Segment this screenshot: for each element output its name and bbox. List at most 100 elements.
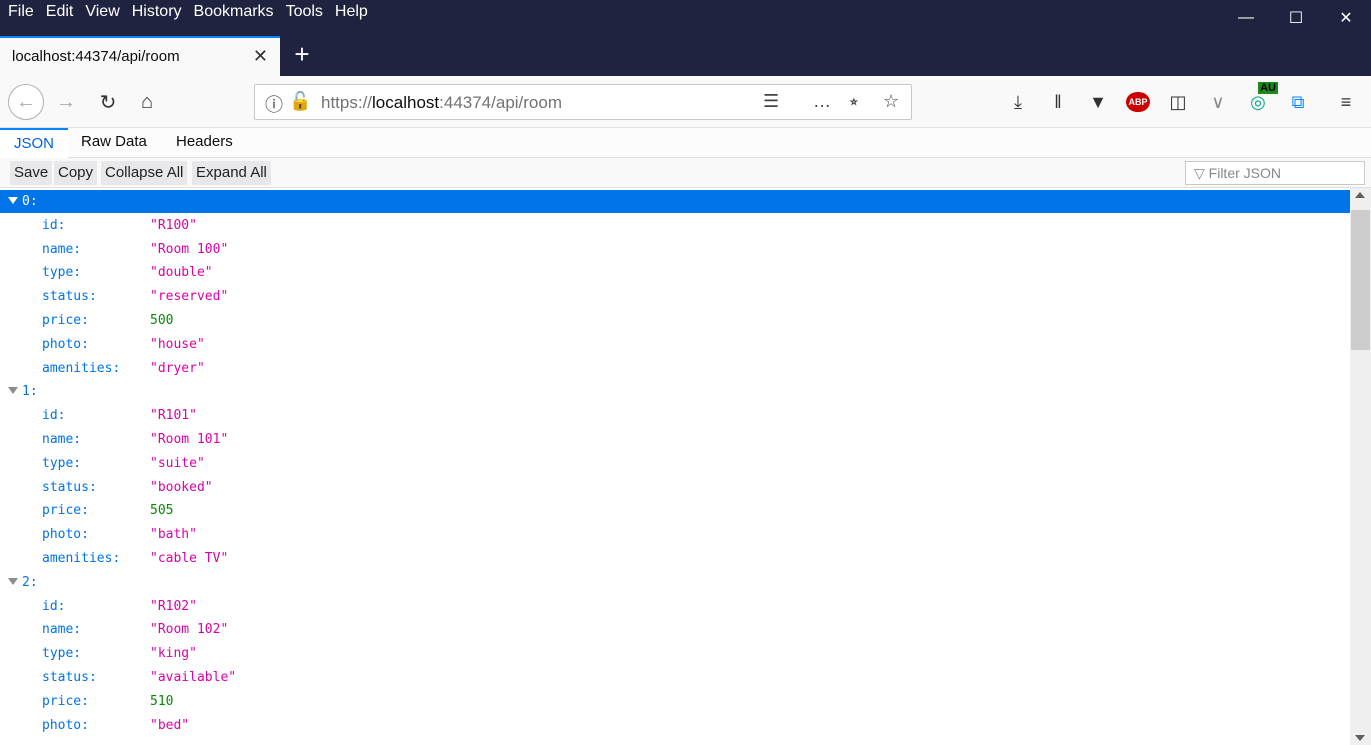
pocket-icon[interactable]: ⭒ [849,91,859,112]
forward-arrow-icon[interactable]: → [50,86,82,118]
adblock-icon[interactable]: ABP [1124,88,1152,116]
json-field-row[interactable]: id: "R102" [0,595,1350,618]
collapse-all-button[interactable]: Collapse All [101,161,188,185]
json-value: 505 [150,503,174,519]
json-field-row[interactable]: price: 510 [0,690,1350,713]
insecure-lock-icon[interactable]: 🔓 [289,91,311,112]
json-value: "double" [150,265,213,281]
hamburger-menu-icon[interactable]: ≡ [1332,88,1360,116]
menu-history[interactable]: History [132,3,182,21]
tab-bar: localhost:44374/api/room ✕ + [0,36,1371,76]
reader-view-icon[interactable]: ☰ [763,91,779,112]
menu-help[interactable]: Help [335,3,368,21]
minimize-icon[interactable]: — [1221,0,1271,36]
json-object-row[interactable]: 1: [0,380,1350,403]
json-object-row[interactable]: 2: [0,571,1350,594]
json-field-row[interactable]: status: "reserved" [0,285,1350,308]
json-field-row[interactable]: type: "suite" [0,452,1350,475]
json-value: "king" [150,646,197,662]
home-icon[interactable]: ⌂ [131,86,163,118]
menu-view[interactable]: View [85,3,119,21]
json-value: "Room 100" [150,241,229,257]
menu-tools[interactable]: Tools [286,3,323,21]
json-field-row[interactable]: type: "king" [0,642,1350,665]
au-badge: AU [1258,82,1278,94]
translate-icon[interactable]: ⧉ [1284,88,1312,116]
close-tab-icon[interactable]: ✕ [253,46,268,67]
json-key: status: [42,289,97,305]
json-value: "Room 102" [150,622,229,638]
json-value: "bath" [150,527,197,543]
json-value: "cable TV" [150,551,229,566]
window-controls: — ☐ ✕ [1221,0,1371,36]
json-key: type: [42,265,82,281]
json-field-row[interactable]: price: 500 [0,309,1350,332]
copy-button[interactable]: Copy [54,161,98,185]
json-field-row[interactable]: name: "Room 101" [0,428,1350,451]
bookmark-star-icon[interactable]: ☆ [883,91,899,112]
extension-au-icon[interactable]: ◎ AU [1244,82,1278,116]
title-bar: File Edit View History Bookmarks Tools H… [0,0,1371,36]
scroll-up-icon[interactable] [1355,192,1365,198]
json-value: "bed" [150,717,190,733]
json-value: 510 [150,693,174,709]
tab-raw-data[interactable]: Raw Data [67,128,161,158]
json-field-row[interactable]: photo: "bed" [0,714,1350,737]
json-field-row[interactable]: amenities: "dryer" [0,357,1350,380]
navigation-bar: ← → ↻ ⌂ ⓘ 🔓 https://localhost:44374/api/… [0,76,1371,128]
expand-twisty-icon[interactable] [8,197,18,204]
page-actions-icon[interactable]: … [813,91,831,112]
vertical-scrollbar[interactable] [1350,188,1371,745]
json-field-row[interactable]: status: "booked" [0,476,1350,499]
json-field-row[interactable]: id: "R101" [0,404,1350,427]
save-button[interactable]: Save [10,161,53,185]
close-window-icon[interactable]: ✕ [1321,0,1371,36]
json-field-row[interactable]: photo: "bath" [0,523,1350,546]
tab-json[interactable]: JSON [0,128,69,158]
json-key: id: [42,217,66,233]
expand-twisty-icon[interactable] [8,387,18,395]
browser-tab[interactable]: localhost:44374/api/room ✕ [0,36,280,76]
json-field-row[interactable]: name: "Room 102" [0,618,1350,641]
filter-json-input[interactable]: ▽ Filter JSON [1185,161,1365,185]
reload-icon[interactable]: ↻ [92,86,124,118]
json-object-row[interactable]: 0: [0,190,1350,213]
json-field-row[interactable]: price: 505 [0,499,1350,522]
extension-cat-icon[interactable]: ▼ [1084,88,1112,116]
vivaldi-extension-icon[interactable]: ∨ [1204,88,1232,116]
json-field-row[interactable]: photo: "house" [0,333,1350,356]
expand-all-button[interactable]: Expand All [192,161,271,185]
new-tab-icon[interactable]: + [290,40,314,70]
json-key: price: [42,313,89,328]
json-viewer-tabs: JSON Raw Data Headers [0,128,1371,158]
json-value: "available" [150,670,237,685]
json-value: "R102" [150,598,197,614]
maximize-icon[interactable]: ☐ [1271,0,1321,36]
json-value: "reserved" [150,289,229,305]
library-icon[interactable]: ‖ [1044,88,1072,116]
json-value: "house" [150,336,205,352]
scroll-down-icon[interactable] [1355,735,1365,741]
sidebar-icon[interactable]: ◫ [1164,88,1192,116]
json-field-row[interactable]: type: "double" [0,261,1350,284]
json-field-row[interactable]: name: "Room 100" [0,238,1350,261]
tab-headers[interactable]: Headers [162,128,247,158]
scroll-thumb[interactable] [1351,210,1370,350]
menu-edit[interactable]: Edit [46,3,74,21]
url-text[interactable]: https://localhost:44374/api/room [321,93,562,113]
menu-bookmarks[interactable]: Bookmarks [194,3,274,21]
info-icon[interactable]: ⓘ [265,91,283,117]
tab-title: localhost:44374/api/room [12,48,180,65]
json-field-row[interactable]: amenities: "cable TV" [0,547,1350,570]
download-icon[interactable]: ⤓ [1004,88,1032,116]
json-field-row[interactable]: status: "available" [0,666,1350,689]
url-bar[interactable]: ⓘ 🔓 https://localhost:44374/api/room ☰ …… [254,84,912,120]
json-field-row[interactable]: id: "R100" [0,214,1350,237]
json-key: photo: [42,336,89,352]
back-arrow-icon[interactable]: ← [8,84,44,120]
json-object-index: 2: [22,574,38,590]
json-value: "R100" [150,217,197,233]
json-key: photo: [42,527,89,543]
menu-file[interactable]: File [8,3,34,21]
expand-twisty-icon[interactable] [8,577,18,585]
